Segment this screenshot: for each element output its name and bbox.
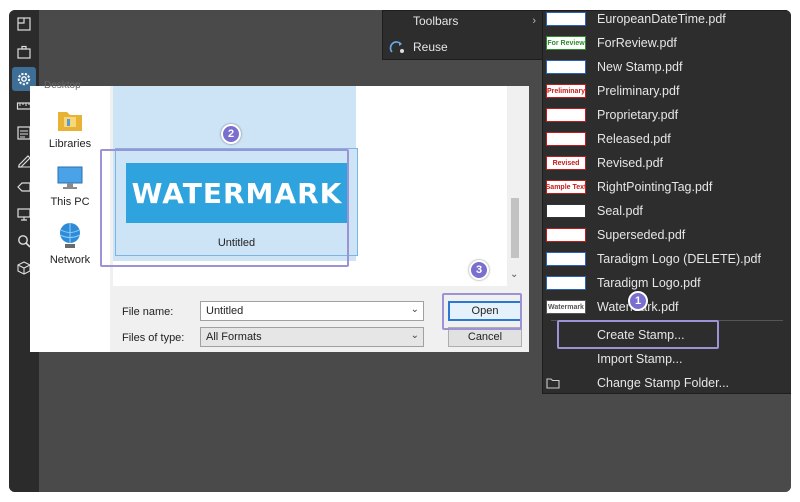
file-tile-highlight [100, 149, 349, 267]
navigation-pane: Desktop Libraries This PC Network [30, 80, 110, 352]
stamp-menu-item[interactable]: New Stamp.pdf [543, 55, 791, 79]
stamp-thumbnail-text: Preliminary [546, 87, 586, 95]
stamp-thumbnail [546, 60, 586, 74]
stamp-menu: EuropeanDateTime.pdf For Review ForReview.… [542, 10, 791, 394]
stamp-menu-item[interactable]: Sample Text RightPointingTag.pdf [543, 175, 791, 199]
stamp-thumbnail-text: Watermark [548, 303, 584, 311]
menu-item-label: Toolbars [413, 14, 459, 28]
nav-item-label: Network [49, 254, 91, 266]
import-stamp-menu-item[interactable]: Import Stamp... [543, 347, 791, 371]
stamp-thumbnail [546, 228, 586, 242]
menu-item-toolbars[interactable]: Toolbars › [383, 10, 544, 33]
stamp-menu-item-label: RightPointingTag.pdf [597, 180, 713, 194]
libraries-icon [58, 112, 82, 131]
stamp-menu-item-label: EuropeanDateTime.pdf [597, 12, 726, 26]
cancel-button[interactable]: Cancel [448, 327, 522, 347]
step-badge-1: 1 [628, 291, 648, 311]
chevron-down-icon[interactable]: ⌄ [411, 330, 419, 341]
stamp-menu-item[interactable]: Taradigm Logo.pdf [543, 271, 791, 295]
stamp-menu-item-label: Superseded.pdf [597, 228, 686, 242]
stamp-thumbnail [546, 12, 586, 26]
file-name-label: File name: [122, 306, 174, 318]
stamp-thumbnail-text: Sample Text [546, 183, 586, 191]
briefcase-icon[interactable] [12, 40, 36, 64]
chevron-down-icon[interactable]: ⌄ [411, 304, 419, 315]
chevron-down-icon[interactable]: ⌄ [510, 269, 518, 280]
folder-icon [546, 378, 560, 389]
menu-item-label: Import Stamp... [597, 352, 683, 366]
nav-item-libraries[interactable]: Libraries [30, 104, 110, 150]
stamp-thumbnail: Sample Text [546, 180, 586, 194]
pages-tool-icon[interactable] [12, 12, 36, 36]
stamp-menu-item-label: Taradigm Logo (DELETE).pdf [597, 252, 761, 266]
stamp-menu-item[interactable]: Seal.pdf [543, 199, 791, 223]
app-window: Toolbars › Reuse EuropeanDateTime.pdf For… [9, 10, 791, 492]
step-badge-2: 2 [221, 124, 241, 144]
stamp-menu-item[interactable]: Proprietary.pdf [543, 103, 791, 127]
files-of-type-label: Files of type: [122, 332, 185, 344]
stamp-menu-item[interactable]: Preliminary Preliminary.pdf [543, 79, 791, 103]
stamp-menu-item-label: Revised.pdf [597, 156, 664, 170]
nav-item-network[interactable]: Network [30, 220, 110, 266]
stamp-thumbnail: Watermark [546, 300, 586, 314]
vertical-scrollbar[interactable]: ⌄ [507, 86, 523, 286]
stamp-thumbnail [546, 204, 586, 218]
stamp-menu-item-label: Seal.pdf [597, 204, 643, 218]
stamp-menu-item[interactable]: For Review ForReview.pdf [543, 31, 791, 55]
stamp-thumbnail-text: Revised [552, 159, 580, 167]
network-icon [59, 223, 81, 248]
stamp-thumbnail: For Review [546, 36, 586, 50]
step-badge-3: 3 [469, 260, 489, 280]
stamp-menu-item-label: Preliminary.pdf [597, 84, 680, 98]
files-of-type-select[interactable]: All Formats ⌄ [200, 327, 424, 347]
reuse-icon [389, 41, 404, 53]
nav-item-this-pc[interactable]: This PC [30, 162, 110, 208]
stamp-menu-item[interactable]: Revised Revised.pdf [543, 151, 791, 175]
stamp-thumbnail [546, 108, 586, 122]
stamp-thumbnail [546, 132, 586, 146]
nav-item-label: Libraries [48, 138, 92, 150]
menu-item-label: Change Stamp Folder... [597, 376, 730, 390]
scrollbar-thumb[interactable] [511, 198, 519, 258]
stamp-menu-item-label: Released.pdf [597, 132, 671, 146]
menu-item-reuse[interactable]: Reuse [383, 35, 544, 59]
nav-item-desktop[interactable]: Desktop [44, 80, 81, 91]
stamp-menu-item-label: Proprietary.pdf [597, 108, 679, 122]
stamp-menu-item-label: Taradigm Logo.pdf [597, 276, 701, 290]
menu-item-label: Reuse [413, 40, 448, 54]
file-name-value: Untitled [206, 305, 244, 317]
stamp-thumbnail [546, 276, 586, 290]
stamp-menu-item[interactable]: WatermarkWatermark.pdf [543, 295, 791, 319]
stamp-thumbnail: Revised [546, 156, 586, 170]
stamp-menu-item[interactable]: Superseded.pdf [543, 223, 791, 247]
stamp-thumbnail-text: For Review [547, 39, 585, 47]
files-of-type-value: All Formats [206, 331, 262, 343]
nav-item-label: This PC [50, 196, 90, 208]
change-stamp-folder-menu-item[interactable]: Change Stamp Folder... [543, 371, 791, 395]
stamp-menu-item[interactable]: Released.pdf [543, 127, 791, 151]
chevron-right-icon: › [532, 15, 536, 27]
context-menu: Toolbars › Reuse [382, 10, 545, 60]
stamp-menu-item-label: ForReview.pdf [597, 36, 677, 50]
stamp-menu-item[interactable]: Taradigm Logo (DELETE).pdf [543, 247, 791, 271]
computer-icon [57, 166, 83, 189]
stamp-thumbnail [546, 252, 586, 266]
file-name-input[interactable]: Untitled ⌄ [200, 301, 424, 321]
create-stamp-highlight [557, 320, 719, 349]
stamp-menu-item-label: New Stamp.pdf [597, 60, 683, 74]
stamp-menu-item[interactable]: EuropeanDateTime.pdf [543, 10, 791, 31]
open-button-highlight [442, 293, 522, 330]
stamp-thumbnail: Preliminary [546, 84, 586, 98]
